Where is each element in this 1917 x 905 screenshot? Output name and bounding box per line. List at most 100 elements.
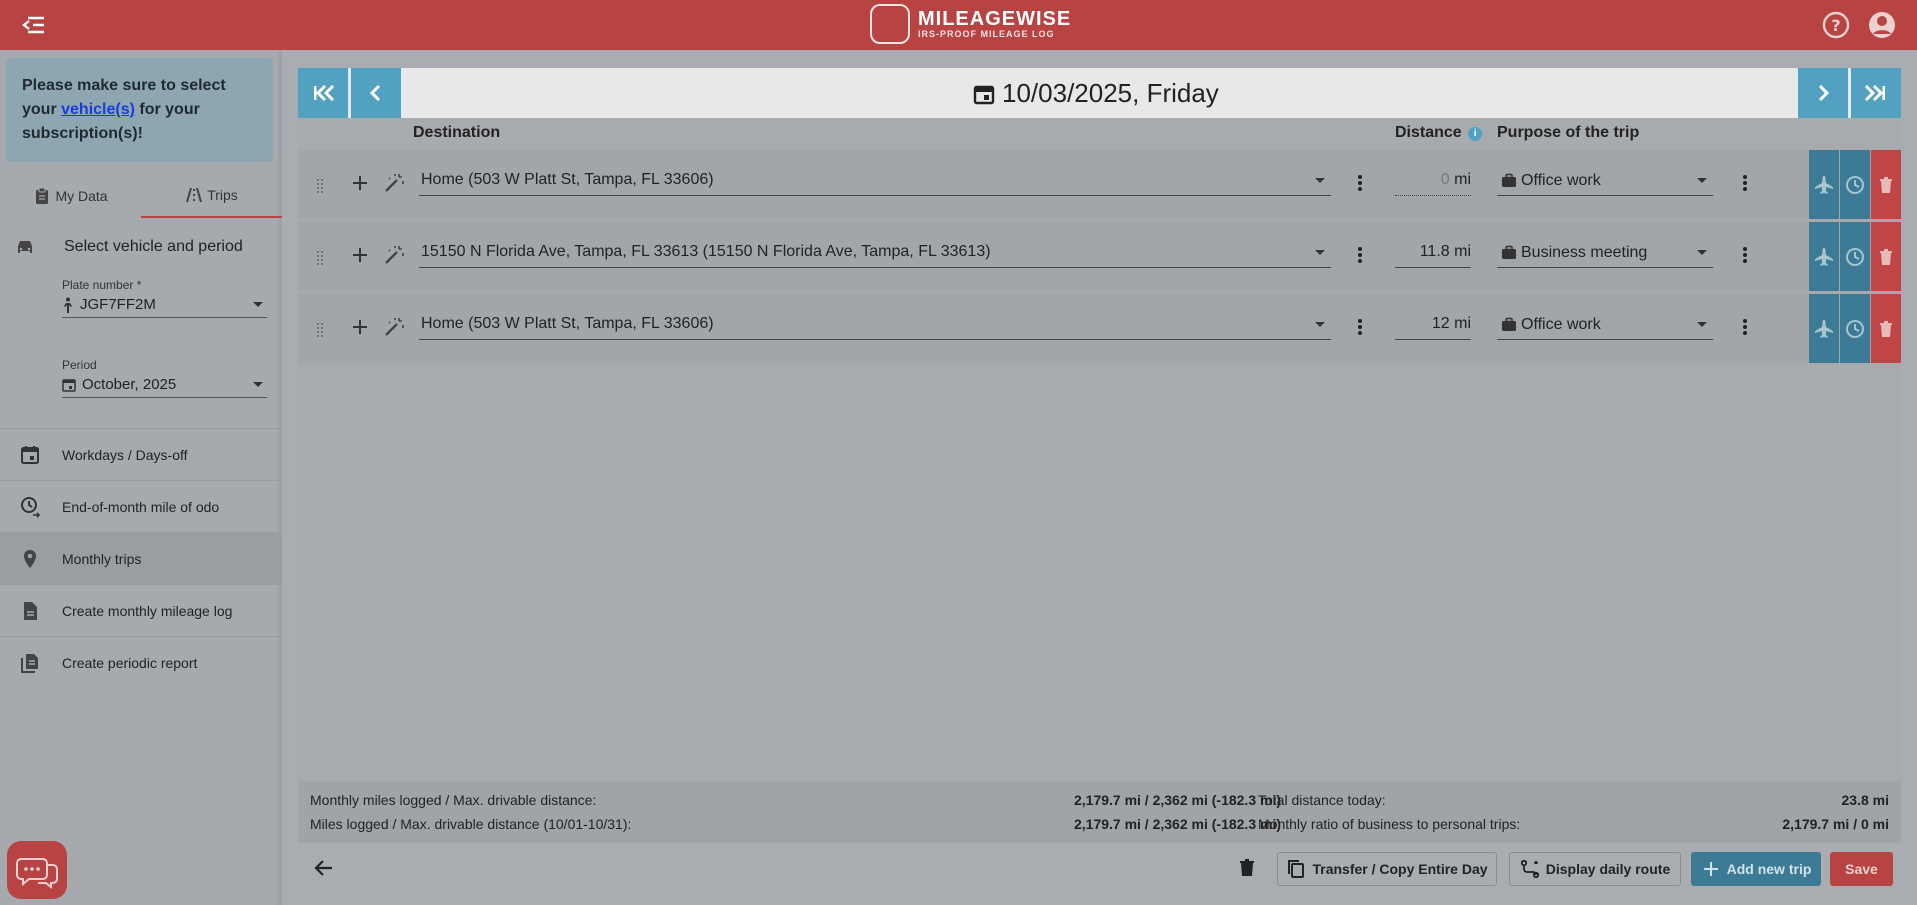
brand-logo[interactable]: MILEAGEWISE IRS-PROOF MILEAGE LOG: [870, 4, 1071, 44]
briefcase-icon: [1502, 317, 1516, 331]
sidebar-item-odometer[interactable]: End-of-month mile of odo: [0, 480, 282, 532]
add-stop-icon[interactable]: [351, 318, 369, 336]
add-stop-icon[interactable]: [351, 246, 369, 264]
purpose-value: Office work: [1521, 171, 1601, 189]
destination-select[interactable]: 15150 N Florida Ave, Tampa, FL 33613 (15…: [419, 238, 1331, 268]
destination-value: Home (503 W Platt St, Tampa, FL 33606): [421, 315, 714, 332]
briefcase-icon: [1502, 173, 1516, 187]
plate-number-select[interactable]: Plate number * JGF7FF2M: [62, 278, 267, 318]
today-label: Total distance today:: [1258, 792, 1386, 808]
chevron-down-icon: [253, 302, 263, 307]
sidebar-item-label: Create monthly mileage log: [62, 602, 233, 619]
skip-last-icon: [1864, 84, 1885, 102]
collapse-menu-icon[interactable]: [20, 13, 46, 37]
destination-select[interactable]: Home (503 W Platt St, Tampa, FL 33606): [419, 310, 1331, 340]
sidebar-item-label: Monthly trips: [62, 550, 142, 567]
purpose-select[interactable]: Office work: [1497, 166, 1713, 196]
calendar-icon: [62, 378, 76, 392]
add-stop-icon[interactable]: [351, 174, 369, 192]
next-day-button[interactable]: [1798, 68, 1848, 118]
display-route-button[interactable]: Display daily route: [1509, 852, 1681, 886]
distance-unit: mi: [1454, 171, 1471, 188]
car-icon: [18, 241, 32, 253]
plate-value: JGF7FF2M: [80, 296, 156, 313]
info-icon[interactable]: i: [1468, 127, 1483, 141]
distance-value: 12: [1431, 315, 1450, 332]
distance-input[interactable]: 0 mi: [1395, 166, 1471, 196]
magic-wand-icon[interactable]: [383, 316, 405, 338]
distance-unit: mi: [1454, 315, 1471, 332]
period-select[interactable]: Period October, 2025: [62, 358, 267, 398]
sidebar-item-workdays[interactable]: Workdays / Days-off: [0, 428, 282, 480]
tab-my-data[interactable]: My Data: [0, 174, 141, 218]
sidebar-menu: Workdays / Days-off End-of-month mile of…: [0, 428, 282, 688]
time-button[interactable]: [1840, 294, 1870, 363]
previous-day-button[interactable]: [351, 68, 401, 118]
drag-handle-icon[interactable]: [316, 322, 324, 338]
add-new-trip-button[interactable]: Add new trip: [1691, 852, 1821, 886]
purpose-select[interactable]: Office work: [1497, 310, 1713, 340]
monthly-value-text: 2,179.7 mi / 2,362 mi (-182.3 mi): [1073, 792, 1281, 808]
arrow-back-icon[interactable]: [312, 856, 336, 880]
chevron-down-icon: [1315, 250, 1325, 255]
chat-support-button[interactable]: [7, 841, 67, 899]
map-pin-icon: [24, 549, 36, 568]
last-day-button[interactable]: [1851, 68, 1901, 118]
delete-trip-button[interactable]: [1871, 150, 1901, 219]
more-options-icon[interactable]: [1357, 318, 1363, 336]
more-options-icon[interactable]: [1357, 246, 1363, 264]
brand-tagline: IRS-PROOF MILEAGE LOG: [918, 28, 1055, 39]
delete-trip-button[interactable]: [1871, 294, 1901, 363]
date-navigation: 10/03/2025, Friday: [298, 68, 1901, 118]
current-date: 10/03/2025, Friday: [972, 78, 1219, 109]
brand-name: MILEAGEWISE: [918, 7, 1072, 30]
drag-handle-icon[interactable]: [316, 178, 324, 194]
chevron-down-icon: [1697, 250, 1707, 255]
flight-button[interactable]: [1809, 294, 1839, 363]
save-button[interactable]: Save: [1830, 852, 1893, 886]
distance-input[interactable]: 11.8 mi: [1395, 238, 1471, 268]
time-button[interactable]: [1840, 150, 1870, 219]
monthly-value: 2,179.7 mi / 2,362 mi (-182.3 mi): [1074, 792, 1281, 808]
purpose-select[interactable]: Business meeting: [1497, 238, 1713, 268]
sidebar-item-periodic-report[interactable]: Create periodic report: [0, 636, 282, 688]
trash-icon: [1880, 320, 1892, 337]
distance-input[interactable]: 12 mi: [1395, 310, 1471, 340]
delete-trip-button[interactable]: [1871, 222, 1901, 291]
sidebar-item-monthly-log[interactable]: Create monthly mileage log: [0, 584, 282, 636]
sidebar-tabs: My Data Trips: [0, 174, 282, 218]
sidebar-item-monthly-trips[interactable]: Monthly trips: [0, 532, 282, 584]
flight-button[interactable]: [1809, 150, 1839, 219]
transfer-label: Transfer / Copy Entire Day: [1312, 861, 1488, 877]
more-options-icon[interactable]: [1742, 174, 1748, 192]
flight-button[interactable]: [1809, 222, 1839, 291]
summary-panel: Monthly miles logged / Max. drivable dis…: [298, 781, 1901, 843]
account-icon[interactable]: [1867, 10, 1897, 40]
delete-day-icon[interactable]: [1236, 857, 1258, 879]
airplane-icon: [1815, 175, 1833, 194]
magic-wand-icon[interactable]: [383, 172, 405, 194]
more-options-icon[interactable]: [1742, 246, 1748, 264]
clock-icon: [1846, 319, 1864, 338]
transfer-copy-day-button[interactable]: Transfer / Copy Entire Day: [1277, 852, 1497, 886]
time-button[interactable]: [1840, 222, 1870, 291]
help-icon[interactable]: ?: [1821, 10, 1851, 40]
today-value: 23.8 mi: [1842, 792, 1889, 808]
more-options-icon[interactable]: [1742, 318, 1748, 336]
person-icon: [64, 297, 72, 313]
vehicles-link[interactable]: vehicle(s): [61, 101, 135, 118]
clipboard-icon: [36, 187, 49, 204]
distance-value: 11.8: [1419, 243, 1450, 260]
range-value: 2,179.7 mi / 2,362 mi (-182.3 mi): [1074, 816, 1281, 832]
table-row: 15150 N Florida Ave, Tampa, FL 33613 (15…: [298, 222, 1901, 291]
briefcase-icon: [1502, 245, 1516, 259]
period-label: Period: [62, 358, 97, 372]
more-options-icon[interactable]: [1357, 174, 1363, 192]
drag-handle-icon[interactable]: [316, 250, 324, 266]
first-day-button[interactable]: [298, 68, 348, 118]
tab-trips[interactable]: Trips: [141, 174, 282, 218]
copy-icon: [1288, 860, 1305, 878]
magic-wand-icon[interactable]: [383, 244, 405, 266]
destination-select[interactable]: Home (503 W Platt St, Tampa, FL 33606): [419, 166, 1331, 196]
ratio-value: 2,179.7 mi / 0 mi: [1782, 816, 1889, 832]
